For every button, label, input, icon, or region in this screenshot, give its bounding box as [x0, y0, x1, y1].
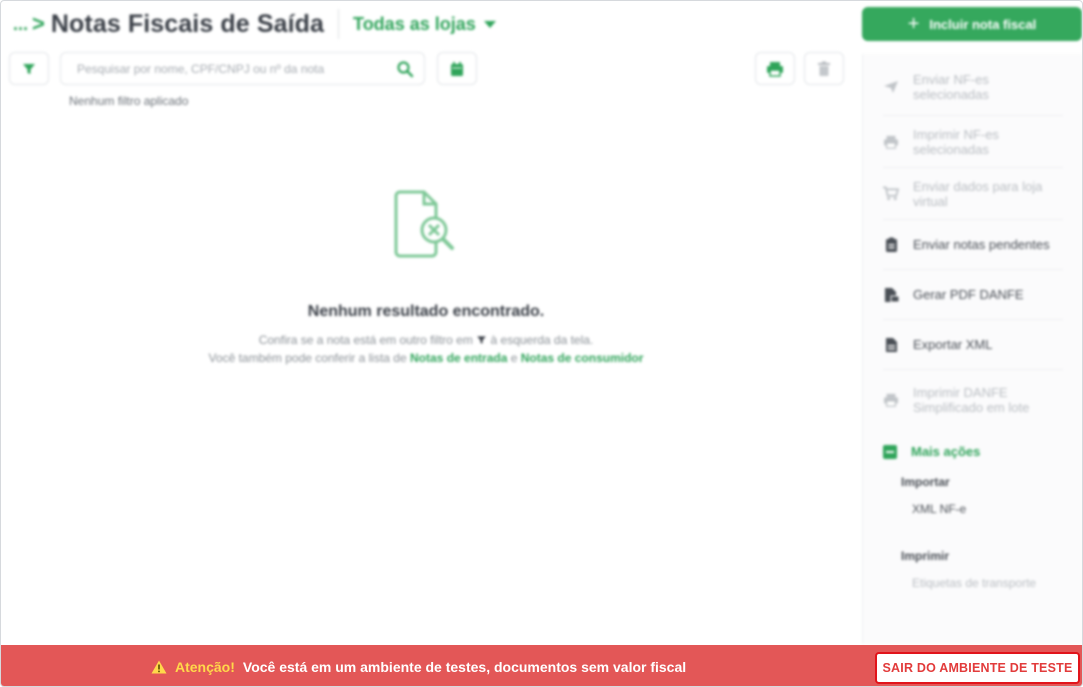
calendar-icon [451, 61, 463, 76]
printer-icon [883, 135, 899, 149]
action-print-danfe-batch[interactable]: Imprimir DANFE Simplificado em lote [883, 370, 1063, 430]
header-divider [338, 9, 340, 39]
hint-text-2: à esquerda da tela. [490, 333, 594, 347]
link-consumer-invoices[interactable]: Notas de consumidor [521, 351, 644, 365]
search-icon[interactable] [396, 60, 414, 78]
action-label: Imprimir DANFE Simplificado em lote [913, 385, 1030, 415]
breadcrumb-ellipsis[interactable]: ... [13, 14, 28, 35]
include-invoice-label: Incluir nota fiscal [929, 16, 1037, 32]
clipboard-icon [883, 237, 899, 252]
hint-text-1: Confira se a nota está em outro filtro e… [258, 333, 473, 347]
filter-button[interactable] [9, 52, 49, 85]
chevron-right-icon: > [32, 11, 45, 36]
send-icon [883, 80, 899, 94]
filter-icon [23, 63, 35, 74]
action-export-xml[interactable]: Exportar XML [883, 320, 1063, 370]
trash-icon [818, 61, 830, 76]
include-invoice-button[interactable]: + Incluir nota fiscal [862, 7, 1082, 41]
exit-test-environment-button[interactable]: SAIR DO AMBIENTE DE TESTE [875, 652, 1080, 684]
cart-icon [883, 186, 899, 201]
link-entry-invoices[interactable]: Notas de entrada [410, 351, 507, 365]
action-label: Gerar PDF DANFE [913, 287, 1024, 302]
action-send-pending[interactable]: Enviar notas pendentes [883, 220, 1063, 270]
empty-state-title: Nenhum resultado encontrado. [307, 303, 545, 320]
delete-button[interactable] [804, 52, 844, 85]
print-shipping-labels[interactable]: Etiquetas de transporte [912, 576, 1082, 590]
store-selector[interactable]: Todas as lojas [353, 14, 496, 35]
action-label: Enviar notas pendentes [913, 237, 1050, 252]
plus-icon: + [907, 13, 920, 35]
banner-text: Você está em um ambiente de testes, docu… [242, 658, 687, 675]
search-input[interactable] [77, 61, 396, 76]
actions-panel: Enviar NF-es selecionadas Imprimir NF-es… [862, 54, 1082, 644]
hint-text-and: e [510, 351, 518, 365]
search-box[interactable] [60, 52, 425, 85]
store-selector-label: Todas as lojas [353, 13, 476, 34]
action-generate-pdf[interactable]: Gerar PDF DANFE [883, 270, 1063, 320]
import-header: Importar [901, 475, 950, 489]
page-title: Notas Fiscais de Saída [50, 9, 325, 38]
empty-state: Nenhum resultado encontrado. Confira se … [1, 186, 851, 367]
filter-icon [477, 336, 486, 344]
action-label: Enviar NF-es selecionadas [913, 71, 989, 102]
warning-icon [151, 660, 167, 673]
printer-icon [767, 61, 783, 77]
empty-state-hint: Confira se a nota está em outro filtro e… [1, 331, 851, 367]
import-xml-nfe[interactable]: XML NF-e [912, 502, 1082, 516]
page-header: ... > Notas Fiscais de Saída Todas as lo… [1, 1, 861, 47]
more-actions-toggle[interactable]: Mais ações [883, 444, 1082, 459]
action-label: Enviar dados para loja virtual [913, 178, 1043, 209]
pdf-icon [883, 287, 899, 303]
action-label: Imprimir NF-es selecionadas [913, 126, 999, 157]
action-print-selected[interactable]: Imprimir NF-es selecionadas [883, 116, 1063, 168]
printer-icon [883, 393, 899, 407]
action-send-to-store[interactable]: Enviar dados para loja virtual [883, 168, 1063, 220]
more-actions-label: Mais ações [911, 444, 981, 459]
banner-message: Atenção! Você está em um ambiente de tes… [151, 645, 687, 686]
action-label: Exportar XML [913, 337, 993, 352]
hint-text-3: Você também pode conferir a lista de [208, 351, 407, 365]
action-send-selected[interactable]: Enviar NF-es selecionadas [883, 54, 1063, 116]
collapse-icon [883, 444, 897, 459]
print-button[interactable] [755, 52, 795, 85]
attention-label: Atenção! [175, 658, 235, 675]
app-window: ... > Notas Fiscais de Saída Todas as lo… [0, 0, 1083, 687]
caret-down-icon [483, 20, 496, 28]
print-header: Imprimir [901, 549, 950, 563]
filter-status: Nenhum filtro aplicado [69, 94, 189, 108]
breadcrumb[interactable]: ... > [13, 13, 45, 35]
file-icon [883, 337, 899, 353]
date-filter-button[interactable] [437, 52, 477, 85]
document-not-found-icon [394, 190, 454, 258]
